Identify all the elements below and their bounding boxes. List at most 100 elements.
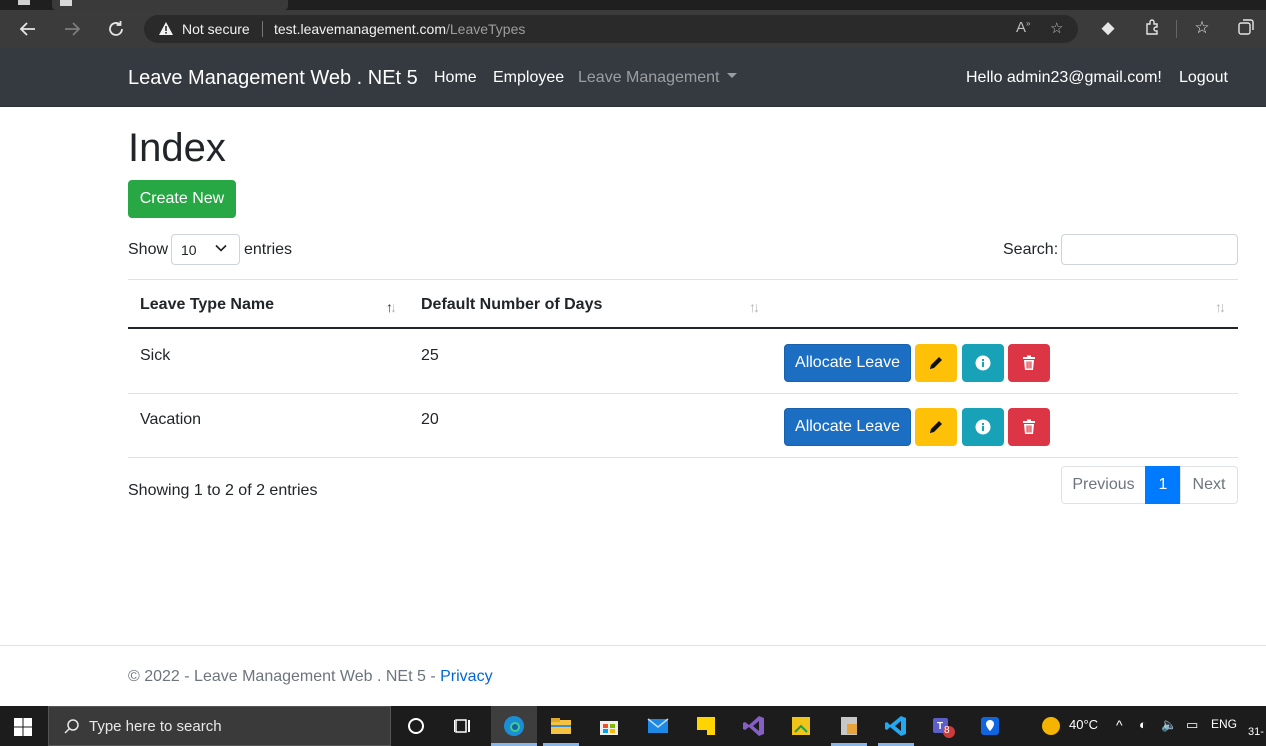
pencil-icon xyxy=(930,357,942,369)
warning-icon xyxy=(159,22,173,35)
pagination-previous[interactable]: Previous xyxy=(1061,466,1146,504)
language-indicator[interactable]: ENG xyxy=(1211,717,1237,731)
column-header-default-days[interactable]: Default Number of Days xyxy=(421,296,602,314)
trash-icon xyxy=(1023,419,1035,434)
nav-employee[interactable]: Employee xyxy=(493,69,564,87)
maps-icon[interactable] xyxy=(978,714,1002,738)
details-button[interactable] xyxy=(962,408,1004,446)
footer-border xyxy=(0,645,1266,646)
row-divider xyxy=(128,393,1238,394)
info-icon xyxy=(975,355,991,371)
footer-copyright: © 2022 - Leave Management Web . NEt 5 - xyxy=(128,668,441,685)
details-button[interactable] xyxy=(962,344,1004,382)
table-top-border xyxy=(128,279,1238,280)
file-explorer-icon[interactable] xyxy=(549,714,573,738)
allocate-leave-button[interactable]: Allocate Leave xyxy=(784,408,911,446)
tab-favicon xyxy=(60,0,72,6)
row-divider xyxy=(128,457,1238,458)
forward-icon[interactable] xyxy=(61,18,83,40)
read-aloud-icon[interactable]: A» xyxy=(1016,19,1030,36)
volume-icon[interactable]: 🔈 xyxy=(1161,717,1177,733)
url-host: test.leavemanagement.com xyxy=(274,21,446,37)
browser-tab[interactable] xyxy=(52,0,288,10)
sort-icon[interactable]: ↑↓ xyxy=(1215,299,1226,315)
length-show-label: Show xyxy=(128,241,169,258)
favorite-add-icon[interactable]: ☆ xyxy=(1050,19,1063,37)
weather-temperature[interactable]: 40°C xyxy=(1069,717,1098,732)
visual-studio-icon[interactable] xyxy=(742,714,766,738)
sticky-notes-icon[interactable] xyxy=(694,714,718,738)
security-label[interactable]: Not secure xyxy=(182,21,250,37)
teams-badge: 8 xyxy=(944,725,950,736)
favorites-icon[interactable]: ☆ xyxy=(1191,18,1213,38)
delete-button[interactable] xyxy=(1008,408,1050,446)
allocate-leave-button[interactable]: Allocate Leave xyxy=(784,344,911,382)
address-bar[interactable]: Not secure test.leavemanagement.com/Leav… xyxy=(144,15,1078,43)
search-input[interactable] xyxy=(1061,234,1238,265)
pagination-next[interactable]: Next xyxy=(1180,466,1238,504)
sort-ascending-icon[interactable]: ↑↓ xyxy=(386,299,397,315)
trash-icon xyxy=(1023,355,1035,370)
taskbar-search[interactable]: Type here to search xyxy=(48,706,391,746)
create-new-button[interactable]: Create New xyxy=(128,180,236,218)
sort-icon[interactable]: ↑↓ xyxy=(749,299,760,315)
nav-leave-management-dropdown[interactable]: Leave Management xyxy=(578,69,738,87)
collections-icon[interactable] xyxy=(1235,18,1257,41)
nav-leave-management-label: Leave Management xyxy=(578,69,720,86)
microsoft-store-icon[interactable] xyxy=(597,714,621,738)
delete-button[interactable] xyxy=(1008,344,1050,382)
edit-button[interactable] xyxy=(915,344,957,382)
cortana-icon[interactable] xyxy=(404,714,428,738)
toolbar-separator xyxy=(1176,20,1177,38)
search-icon xyxy=(64,719,79,734)
sql-tool-icon[interactable] xyxy=(789,714,813,738)
column-header-leave-type-name[interactable]: Leave Type Name xyxy=(140,296,274,314)
chevron-down-icon xyxy=(727,73,738,79)
pencil-icon xyxy=(930,421,942,433)
pagination-page-1[interactable]: 1 xyxy=(1145,466,1181,504)
ssms-icon[interactable] xyxy=(837,714,861,738)
url-text[interactable]: test.leavemanagement.com/LeaveTypes xyxy=(274,21,525,37)
vscode-icon[interactable] xyxy=(884,714,908,738)
edge-icon[interactable] xyxy=(502,714,526,738)
cell-leave-type-name: Sick xyxy=(140,347,171,364)
back-icon[interactable] xyxy=(17,18,39,40)
page-footer: © 2022 - Leave Management Web . NEt 5 - … xyxy=(128,668,493,686)
tab-actions-icon[interactable] xyxy=(18,0,30,5)
cell-leave-type-name: Vacation xyxy=(140,411,202,428)
refresh-icon[interactable] xyxy=(105,18,127,40)
page-title: Index xyxy=(128,126,226,170)
clock-date[interactable]: 31- xyxy=(1248,726,1264,738)
site-navbar: Leave Management Web . NEt 5 Home Employ… xyxy=(0,48,1266,107)
windows-start-icon[interactable] xyxy=(14,718,32,736)
privacy-link[interactable]: Privacy xyxy=(440,668,492,685)
nav-home[interactable]: Home xyxy=(434,69,477,87)
table-header-border xyxy=(128,327,1238,329)
display-icon[interactable]: ▭ xyxy=(1186,717,1198,733)
length-value: 10 xyxy=(181,242,197,258)
edit-button[interactable] xyxy=(915,408,957,446)
tray-overflow-chevron-icon[interactable]: ^ xyxy=(1116,717,1123,733)
chevron-down-icon xyxy=(215,244,227,252)
search-label: Search: xyxy=(1003,241,1059,258)
cell-default-days: 25 xyxy=(421,347,439,364)
weather-sun-icon[interactable] xyxy=(1039,714,1063,738)
mail-icon[interactable] xyxy=(646,714,670,738)
windows-taskbar: Type here to search T 8 40°C ^ ◐ 🔈 ▭ ENG… xyxy=(0,706,1266,746)
network-icon[interactable]: ◐ xyxy=(1139,717,1147,732)
cell-default-days: 20 xyxy=(421,411,439,428)
table-info: Showing 1 to 2 of 2 entries xyxy=(128,482,318,499)
teams-icon[interactable]: T xyxy=(931,714,955,738)
logout-link[interactable]: Logout xyxy=(1179,69,1228,87)
entries-length-select[interactable]: 10 xyxy=(171,234,240,265)
url-path: /LeaveTypes xyxy=(445,21,526,37)
browser-toolbar: Not secure test.leavemanagement.com/Leav… xyxy=(0,10,1266,48)
extensions-icon[interactable] xyxy=(1142,18,1164,41)
address-separator xyxy=(262,21,263,37)
length-entries-label: entries xyxy=(244,241,293,258)
info-icon xyxy=(975,419,991,435)
navbar-brand[interactable]: Leave Management Web . NEt 5 xyxy=(128,67,418,90)
task-view-icon[interactable] xyxy=(451,714,475,738)
extension-diamond-icon[interactable]: ◆ xyxy=(1097,18,1119,38)
user-greeting[interactable]: Hello admin23@gmail.com! xyxy=(966,69,1162,87)
